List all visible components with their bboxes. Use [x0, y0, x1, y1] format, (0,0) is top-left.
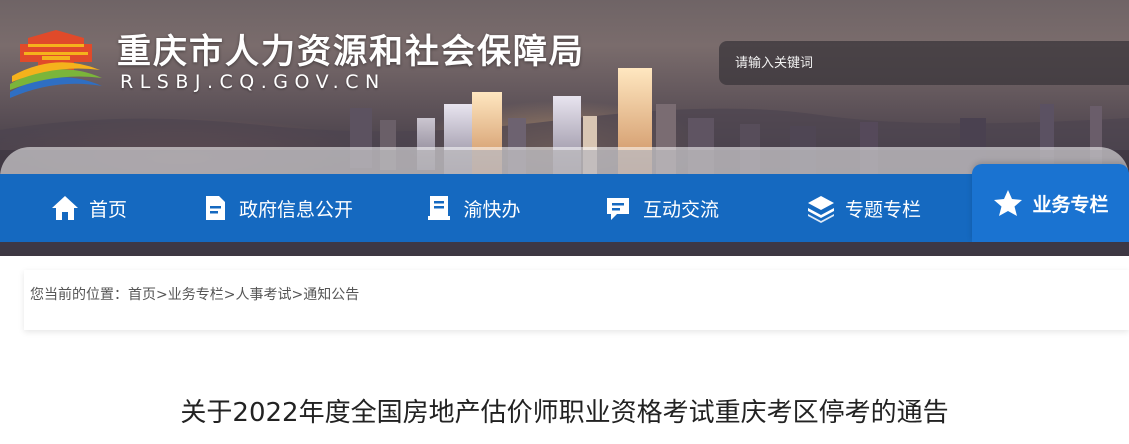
layers-icon [807, 196, 834, 223]
breadcrumb-link-exams[interactable]: 人事考试 [235, 287, 291, 303]
chat-icon [606, 198, 629, 220]
nav-item-label: 专题专栏 [844, 198, 921, 221]
breadcrumb-link-business[interactable]: 业务专栏 [168, 287, 224, 303]
search-box [719, 41, 1129, 85]
star-icon [994, 190, 1023, 216]
nav-shadow [0, 242, 1129, 256]
breadcrumb-link-notices[interactable]: 通知公告 [303, 287, 359, 303]
home-icon [51, 196, 78, 220]
nav-item-label: 首页 [88, 198, 127, 221]
site-domain: RLSBJ.CQ.GOV.CN [120, 71, 386, 93]
nav-item-label: 互动交流 [642, 198, 719, 221]
search-input[interactable] [719, 41, 1119, 85]
breadcrumb-separator: > [291, 287, 304, 303]
nav-item-home[interactable]: 首页 [0, 174, 176, 242]
article-title: 关于2022年度全国房地产估价师职业资格考试重庆考区停考的通告 [180, 398, 949, 428]
breadcrumb-prefix: 您当前的位置： [30, 287, 128, 303]
document-icon [205, 196, 225, 220]
nav-item-gov-info[interactable]: 政府信息公开 [176, 174, 376, 242]
nav-item-label: 渝快办 [463, 198, 521, 221]
breadcrumb-separator: > [156, 287, 168, 303]
nav-item-label: 政府信息公开 [238, 198, 353, 221]
breadcrumb-link-home[interactable]: 首页 [128, 287, 156, 303]
site-name: 重庆市人力资源和社会保障局 [117, 32, 585, 72]
nav-item-special-topics[interactable]: 专题专栏 [754, 174, 972, 242]
breadcrumb: 您当前的位置：首页>业务专栏>人事考试>通知公告 [30, 284, 359, 304]
nav-item-interaction[interactable]: 互动交流 [568, 174, 754, 242]
bureau-logo [10, 30, 102, 98]
breadcrumb-bar: 您当前的位置：首页>业务专栏>人事考试>通知公告 [24, 270, 1129, 330]
breadcrumb-separator: > [223, 287, 236, 303]
main-nav: 首页 政府信息公开 渝快办 互动交流 专题专栏 业务专栏 [0, 164, 1129, 242]
nav-item-business[interactable]: 业务专栏 [972, 164, 1129, 242]
book-icon [428, 196, 451, 220]
nav-item-yukuaiban[interactable]: 渝快办 [376, 174, 568, 242]
nav-item-label: 业务专栏 [1032, 193, 1109, 216]
